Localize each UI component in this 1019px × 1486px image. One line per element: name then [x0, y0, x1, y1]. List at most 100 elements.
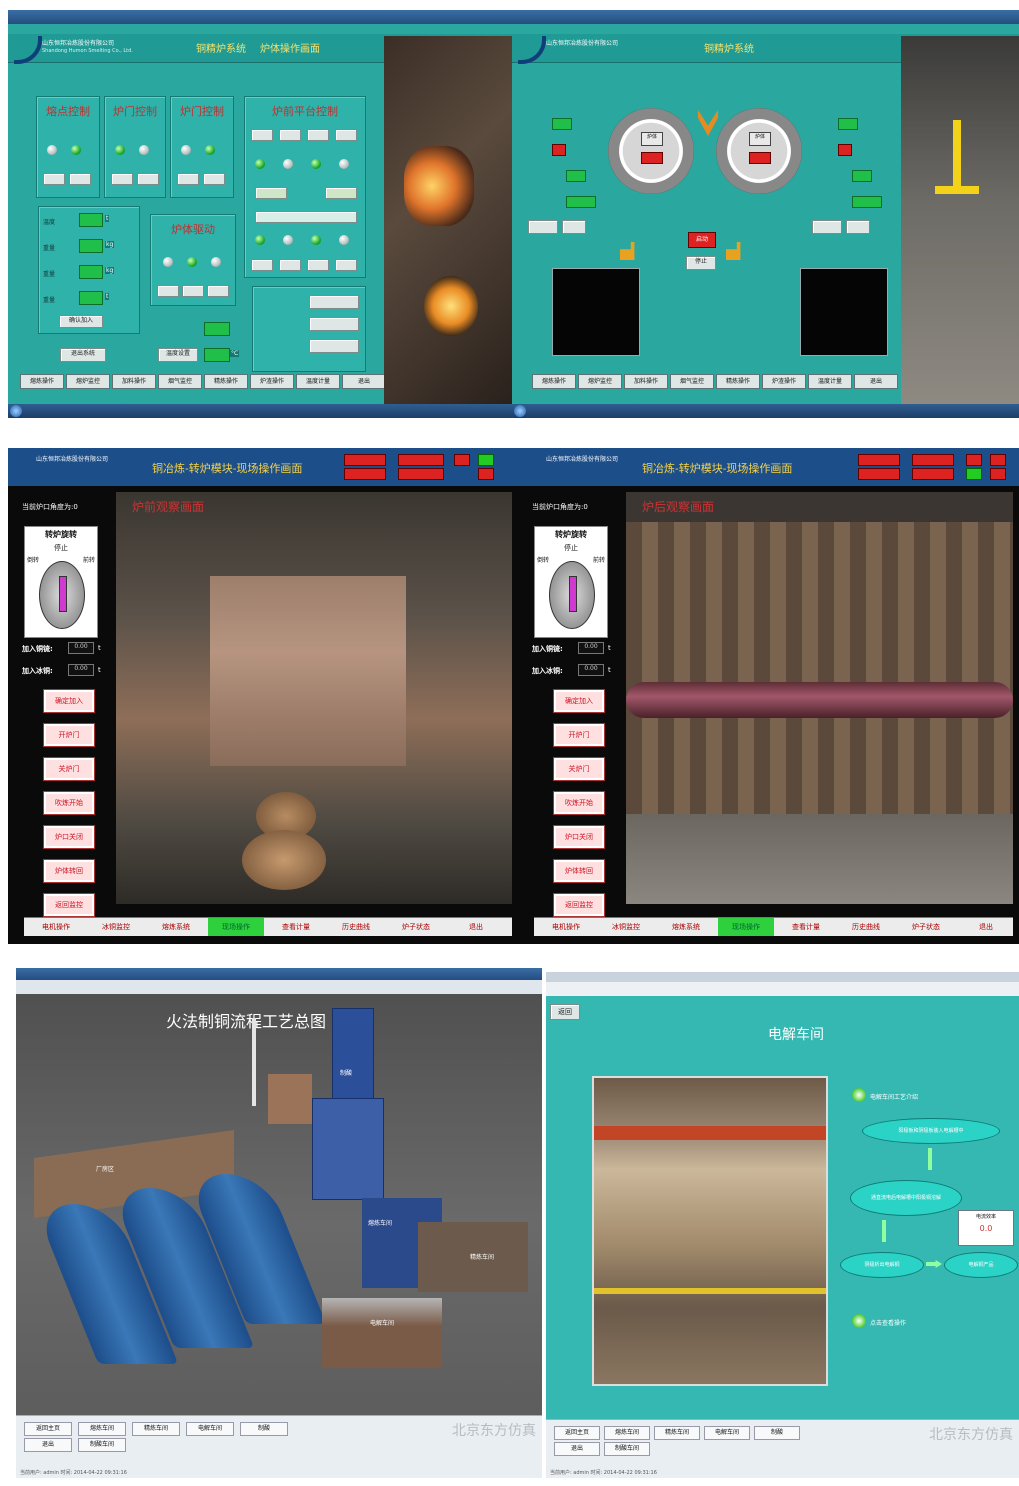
nav-button[interactable]: 加料操作 [624, 374, 668, 389]
control-button[interactable] [335, 259, 357, 271]
nav-button[interactable]: 查看计量 [268, 918, 324, 936]
nav-button-active[interactable]: 现场操作 [208, 918, 264, 936]
side-button[interactable]: 确定加入 [553, 689, 605, 713]
confirm-feed-button[interactable]: 确认加入 [59, 315, 103, 328]
control-button[interactable] [69, 173, 91, 185]
side-button[interactable]: 返回监控 [43, 893, 95, 917]
nav-button-active[interactable]: 现场操作 [718, 918, 774, 936]
strip-button[interactable]: 制酸 [754, 1426, 800, 1440]
nav-button[interactable]: 冰铜监控 [598, 918, 654, 936]
action-button[interactable] [309, 295, 359, 309]
nav-button[interactable]: 熔炼操作 [532, 374, 576, 389]
feed-input-2[interactable]: 0.00 [68, 664, 94, 676]
nav-button[interactable]: 熔炼系统 [148, 918, 204, 936]
side-button[interactable]: 关炉门 [43, 757, 95, 781]
nav-button[interactable]: 温度计量 [296, 374, 340, 389]
strip-button[interactable]: 退出 [554, 1442, 600, 1456]
nav-button[interactable]: 熔炉监控 [66, 374, 110, 389]
action-button[interactable] [309, 317, 359, 331]
start-button[interactable]: 启动 [688, 232, 716, 248]
nav-button[interactable]: 加料操作 [112, 374, 156, 389]
nav-button[interactable]: 烟气监控 [158, 374, 202, 389]
rotation-dial[interactable] [39, 561, 85, 629]
control-button[interactable] [307, 129, 329, 141]
dial-needle[interactable] [59, 576, 67, 612]
nav-button[interactable]: 精炼操作 [204, 374, 248, 389]
nav-button[interactable]: 电机操作 [538, 918, 594, 936]
side-button[interactable]: 关炉门 [553, 757, 605, 781]
stop-button[interactable]: 停止 [686, 256, 716, 270]
nav-button[interactable]: 历史曲线 [328, 918, 384, 936]
nav-button[interactable]: 烟气监控 [670, 374, 714, 389]
control-button[interactable] [562, 220, 586, 234]
control-button[interactable] [137, 173, 159, 185]
strip-button[interactable]: 电解车间 [186, 1422, 234, 1436]
side-button[interactable]: 炉体转回 [43, 859, 95, 883]
start-icon[interactable] [514, 405, 526, 417]
control-button[interactable] [43, 173, 65, 185]
nav-button[interactable]: 炉子状态 [388, 918, 444, 936]
side-button[interactable]: 确定加入 [43, 689, 95, 713]
feed-input-2[interactable]: 0.00 [578, 664, 604, 676]
bullet-icon[interactable] [852, 1088, 866, 1102]
strip-button[interactable]: 制酸车间 [78, 1438, 126, 1452]
control-button[interactable] [335, 129, 357, 141]
start-icon[interactable] [10, 405, 22, 417]
control-button[interactable] [182, 285, 204, 297]
control-button[interactable] [207, 285, 229, 297]
control-button[interactable] [157, 285, 179, 297]
strip-button[interactable]: 返回主页 [554, 1426, 600, 1440]
nav-button[interactable]: 炉子状态 [898, 918, 954, 936]
side-button[interactable]: 开炉门 [43, 723, 95, 747]
feed-input-1[interactable]: 0.00 [68, 642, 94, 654]
nav-button[interactable]: 历史曲线 [838, 918, 894, 936]
control-button[interactable] [177, 173, 199, 185]
side-button[interactable]: 炉口关闭 [43, 825, 95, 849]
control-button[interactable] [251, 129, 273, 141]
strip-button[interactable]: 返回主页 [24, 1422, 72, 1436]
side-button[interactable]: 炉口关闭 [553, 825, 605, 849]
flow-link[interactable]: 点击查看操作 [870, 1318, 906, 1327]
strip-button[interactable]: 制酸车间 [604, 1442, 650, 1456]
nav-button[interactable]: 退出 [854, 374, 898, 389]
control-button[interactable] [251, 259, 273, 271]
side-button[interactable]: 吹炼开始 [43, 791, 95, 815]
control-button[interactable] [111, 173, 133, 185]
nav-button[interactable]: 退出 [958, 918, 1014, 936]
strip-button[interactable]: 熔炼车间 [78, 1422, 126, 1436]
control-button[interactable] [279, 129, 301, 141]
side-button[interactable]: 开炉门 [553, 723, 605, 747]
strip-button[interactable]: 精炼车间 [132, 1422, 180, 1436]
nav-button[interactable]: 电机操作 [28, 918, 84, 936]
control-button[interactable] [203, 173, 225, 185]
control-button[interactable] [279, 259, 301, 271]
nav-button[interactable]: 精炼操作 [716, 374, 760, 389]
back-button[interactable]: 返回 [550, 1004, 580, 1020]
temp-setting-button[interactable]: 温度设置 [158, 348, 198, 362]
bullet-icon[interactable] [852, 1314, 866, 1328]
action-button[interactable] [309, 339, 359, 353]
rotation-dial[interactable] [549, 561, 595, 629]
nav-button[interactable]: 退出 [448, 918, 504, 936]
control-button[interactable] [812, 220, 842, 234]
control-button[interactable] [846, 220, 870, 234]
side-button[interactable]: 吹炼开始 [553, 791, 605, 815]
nav-button[interactable]: 熔炉监控 [578, 374, 622, 389]
nav-button[interactable]: 温度计量 [808, 374, 852, 389]
dial-needle[interactable] [569, 576, 577, 612]
control-button[interactable] [528, 220, 558, 234]
side-button[interactable]: 炉体转回 [553, 859, 605, 883]
side-button[interactable]: 返回监控 [553, 893, 605, 917]
nav-button[interactable]: 熔炼操作 [20, 374, 64, 389]
control-button[interactable] [307, 259, 329, 271]
feed-input-1[interactable]: 0.00 [578, 642, 604, 654]
nav-button[interactable]: 查看计量 [778, 918, 834, 936]
strip-button[interactable]: 电解车间 [704, 1426, 750, 1440]
slider-track[interactable] [255, 211, 357, 223]
nav-button[interactable]: 熔炼系统 [658, 918, 714, 936]
exit-system-button[interactable]: 退出系统 [60, 348, 106, 362]
nav-button[interactable]: 炉渣操作 [250, 374, 294, 389]
strip-button[interactable]: 制酸 [240, 1422, 288, 1436]
strip-button[interactable]: 精炼车间 [654, 1426, 700, 1440]
nav-button[interactable]: 冰铜监控 [88, 918, 144, 936]
